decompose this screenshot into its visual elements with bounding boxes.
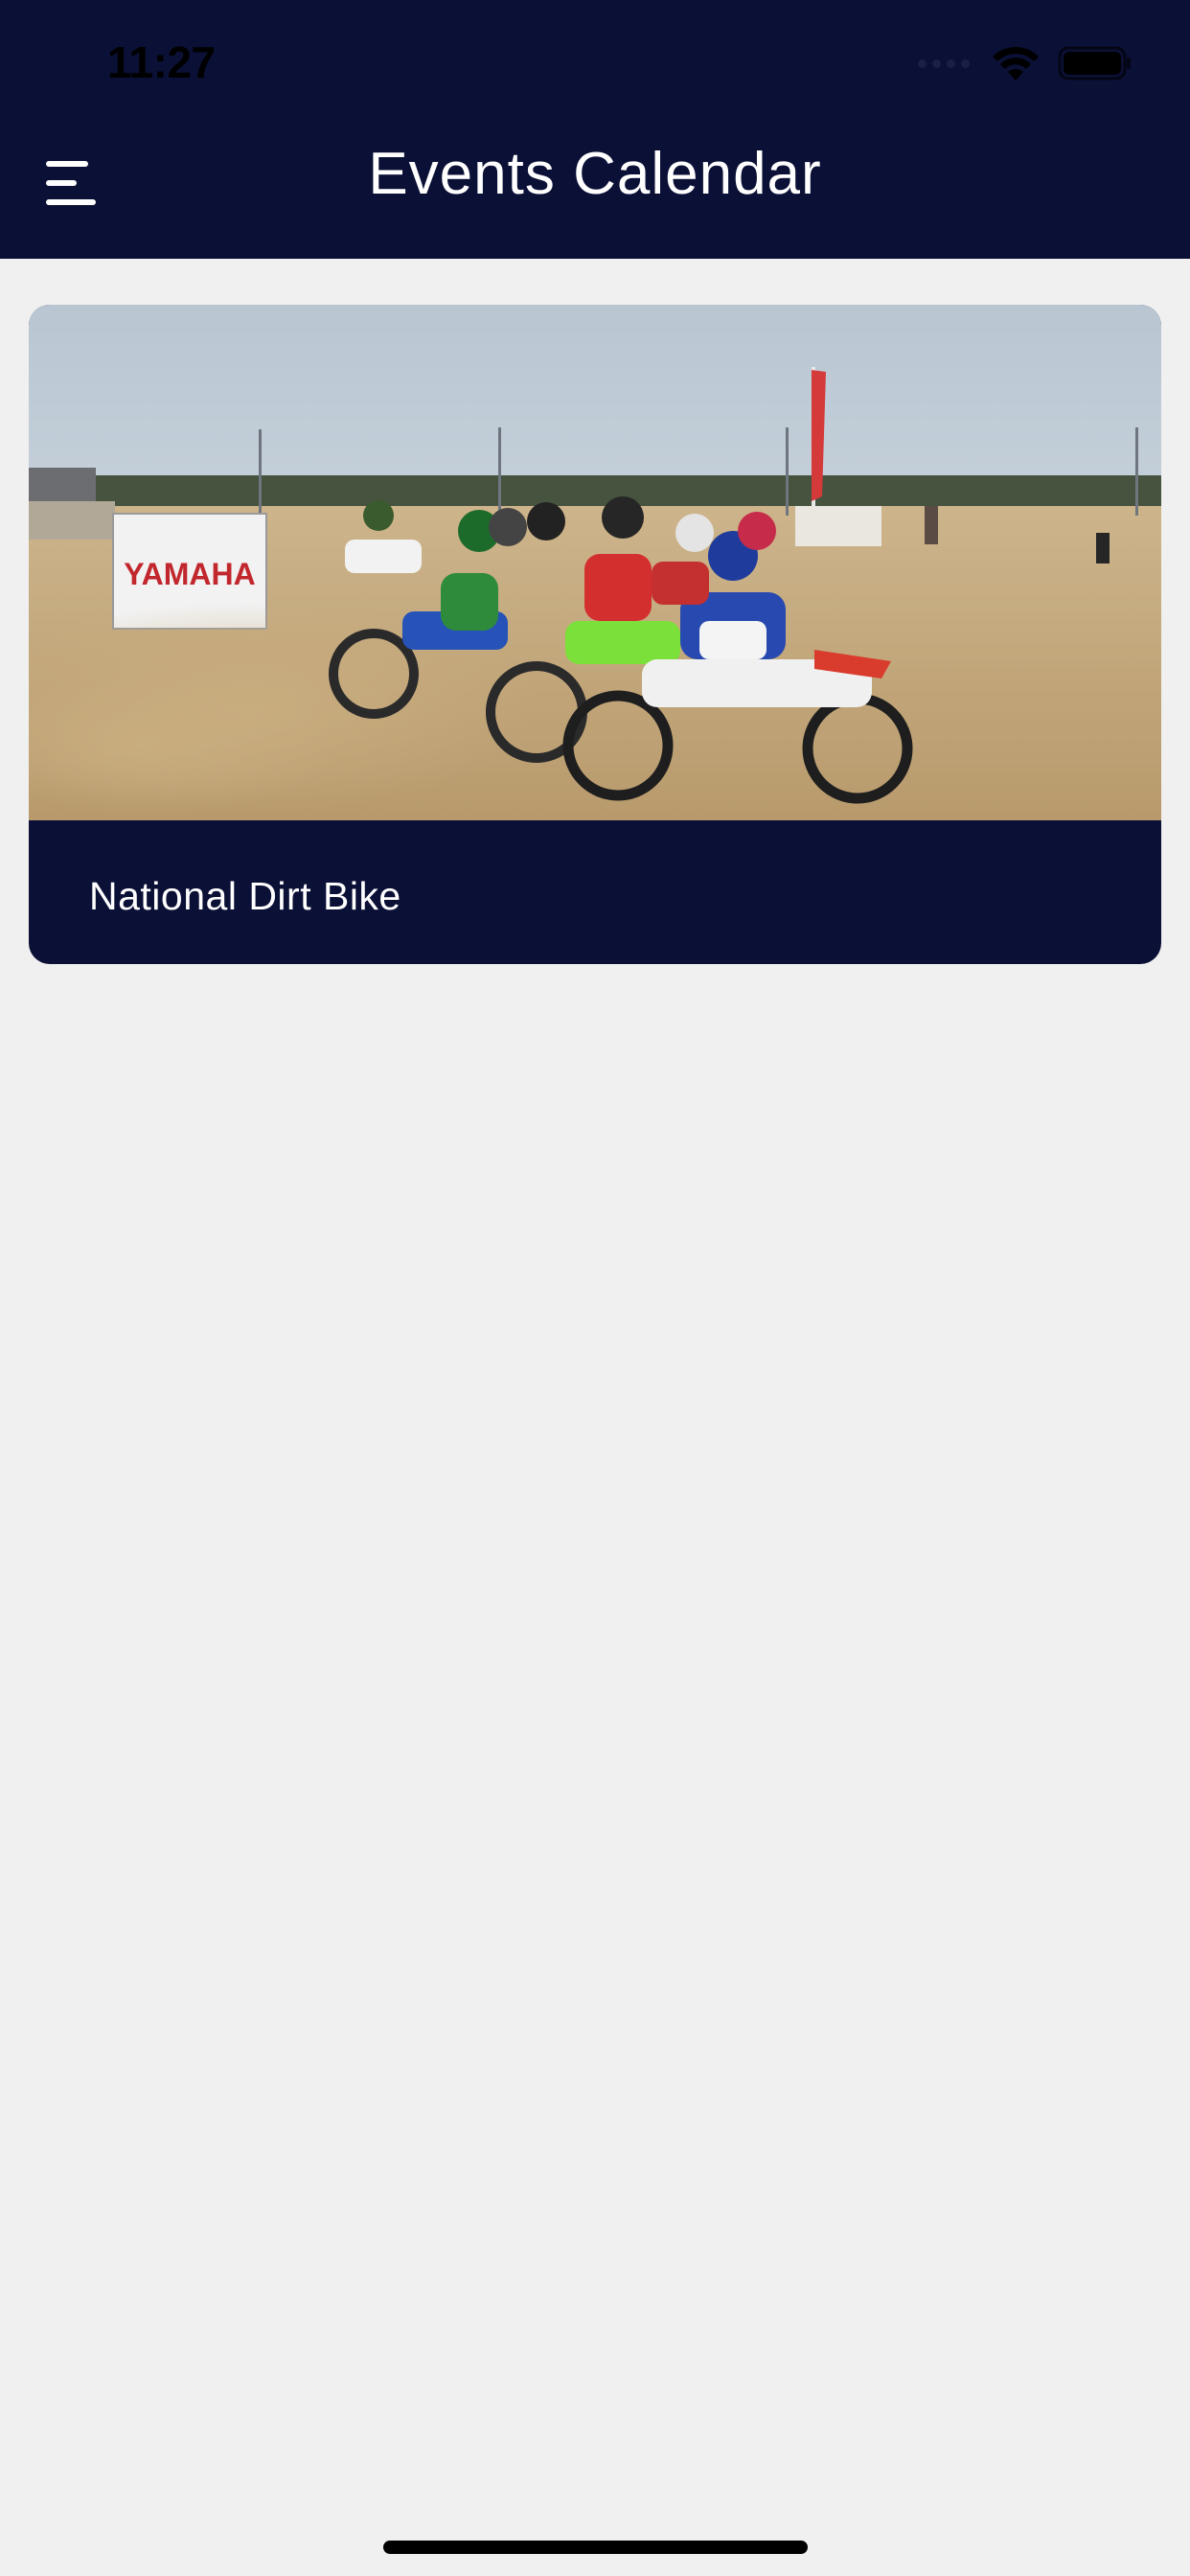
cellular-signal-icon xyxy=(918,58,970,68)
page-title: Events Calendar xyxy=(368,141,822,207)
event-image: YAMAHA xyxy=(29,305,1161,820)
event-title: National Dirt Bike xyxy=(89,874,401,918)
home-indicator[interactable] xyxy=(383,2541,808,2554)
status-icons xyxy=(918,42,1133,84)
screen: 11:27 Events Calendar YAMAHA National Di… xyxy=(0,0,1190,2576)
battery-icon xyxy=(1058,46,1131,80)
app-header: 11:27 Events Calendar xyxy=(0,0,1190,259)
event-card[interactable]: YAMAHA National Dirt Bike xyxy=(29,305,1161,964)
dirt-bike-race-photo: YAMAHA xyxy=(29,305,1161,820)
wifi-icon xyxy=(993,47,1039,80)
status-time: 11:27 xyxy=(107,37,216,87)
yamaha-banner-text: YAMAHA xyxy=(124,557,256,591)
